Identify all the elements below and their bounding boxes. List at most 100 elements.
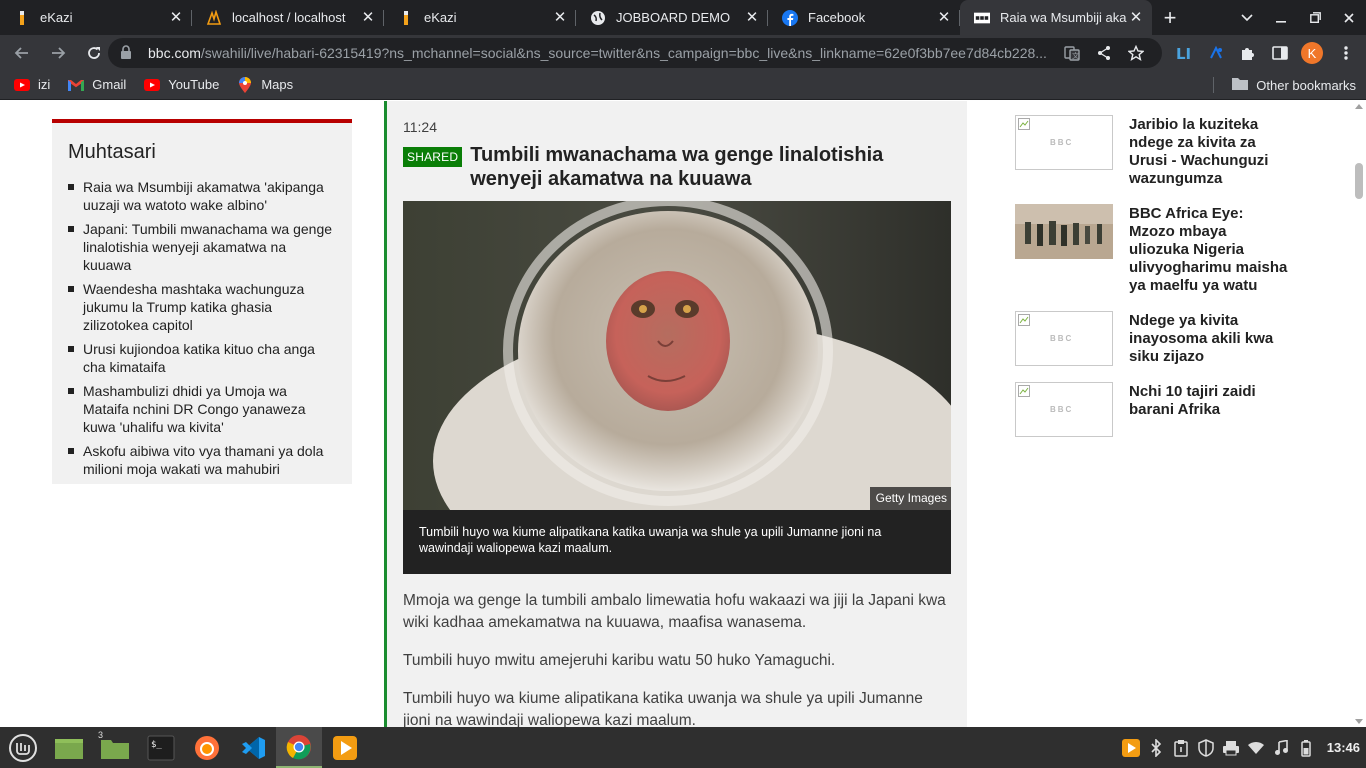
window-count: 3 — [98, 730, 104, 740]
bluetooth-icon[interactable] — [1144, 727, 1169, 768]
youtube-icon — [14, 77, 30, 93]
forward-icon[interactable] — [42, 37, 74, 69]
close-icon[interactable]: ✕ — [1128, 9, 1144, 26]
update-shield-icon[interactable] — [1194, 727, 1219, 768]
url-text[interactable]: bbc.com/swahili/live/habari-62315419?ns_… — [148, 45, 1056, 61]
scrollbar-thumb[interactable] — [1355, 163, 1363, 199]
youtube-icon — [144, 77, 161, 93]
linkedin-extension-icon[interactable]: LI — [1168, 37, 1200, 69]
summary-item[interactable]: Mashambulizi dhidi ya Umoja wa Mataifa n… — [68, 382, 336, 436]
summary-item[interactable]: Waendesha mashtaka wachunguza jukumu la … — [68, 280, 336, 334]
related-story[interactable]: BBC Ndege ya kivita inayosoma akili kwa … — [1015, 311, 1315, 366]
story-thumbnail[interactable] — [1015, 204, 1113, 259]
summary-title: Muhtasari — [68, 141, 156, 163]
extension-icon[interactable] — [1200, 37, 1232, 69]
lock-icon[interactable] — [120, 45, 136, 61]
summary-item[interactable]: Japani: Tumbili mwanachama wa genge lina… — [68, 220, 336, 274]
close-icon[interactable]: ✕ — [360, 9, 376, 26]
svg-text:$_: $_ — [151, 740, 162, 750]
back-icon[interactable] — [6, 37, 38, 69]
related-story[interactable]: BBC Africa Eye: Mzozo mbaya uliozuka Nig… — [1015, 204, 1315, 295]
puzzle-icon[interactable] — [1232, 37, 1264, 69]
media-player-icon[interactable] — [322, 727, 368, 768]
tab-ekazi-2[interactable]: eKazi ✕ — [384, 0, 576, 35]
mint-menu-icon[interactable] — [0, 727, 46, 768]
firefox-icon[interactable] — [184, 727, 230, 768]
maximize-icon[interactable] — [1298, 0, 1332, 35]
bookmarks-bar: izi Gmail YouTube Maps Other bookmarks — [0, 70, 1366, 100]
close-icon[interactable]: ✕ — [168, 9, 184, 26]
bbc-logo-placeholder: BBC — [1050, 405, 1074, 414]
tab-search-icon[interactable] — [1230, 0, 1264, 35]
tab-localhost[interactable]: localhost / localhost ✕ — [192, 0, 384, 35]
sound-icon[interactable] — [1269, 727, 1294, 768]
related-story[interactable]: BBC Nchi 10 tajiri zaidi barani Afrika — [1015, 382, 1315, 437]
broken-image-icon — [1018, 314, 1030, 326]
close-icon[interactable]: ✕ — [936, 9, 952, 26]
bookmark-izi[interactable]: izi — [14, 77, 50, 93]
close-window-icon[interactable] — [1332, 0, 1366, 35]
files-icon[interactable]: 3 — [92, 727, 138, 768]
side-panel-icon[interactable] — [1264, 37, 1296, 69]
bbc-logo-placeholder: BBC — [1050, 138, 1074, 147]
story-title[interactable]: Nchi 10 tajiri zaidi barani Afrika — [1129, 382, 1289, 437]
window-controls — [1230, 0, 1366, 35]
address-bar[interactable]: bbc.com/swahili/live/habari-62315419?ns_… — [108, 38, 1162, 68]
story-title[interactable]: Ndege ya kivita inayosoma akili kwa siku… — [1129, 311, 1289, 366]
summary-item[interactable]: Urusi kujiondoa katika kituo cha anga ch… — [68, 340, 336, 376]
media-tray-icon[interactable] — [1119, 727, 1144, 768]
story-title[interactable]: Jaribio la kuziteka ndege za kivita za U… — [1129, 115, 1289, 188]
related-stories: BBC Jaribio la kuziteka ndege za kivita … — [1015, 115, 1315, 453]
show-desktop-icon[interactable] — [46, 727, 92, 768]
wifi-icon[interactable] — [1244, 727, 1269, 768]
minimize-icon[interactable] — [1264, 0, 1298, 35]
post-headline: Tumbili mwanachama wa genge linalotishia… — [470, 144, 884, 190]
share-icon[interactable] — [1088, 41, 1120, 65]
page-scrollbar[interactable] — [1352, 101, 1366, 727]
summary-item[interactable]: Raia wa Msumbiji akamatwa 'akipanga uuza… — [68, 178, 336, 214]
tab-facebook[interactable]: Facebook ✕ — [768, 0, 960, 35]
profile-avatar[interactable]: K — [1296, 37, 1328, 69]
menu-icon[interactable] — [1330, 37, 1362, 69]
terminal-icon[interactable]: $_ — [138, 727, 184, 768]
tab-title: eKazi — [40, 10, 73, 25]
gmail-icon — [68, 77, 85, 93]
battery-icon[interactable] — [1294, 727, 1319, 768]
story-title[interactable]: BBC Africa Eye: Mzozo mbaya uliozuka Nig… — [1129, 204, 1289, 295]
clock[interactable]: 13:46 — [1327, 740, 1360, 755]
new-tab-button[interactable]: + — [1152, 0, 1188, 35]
scroll-up-arrow[interactable] — [1355, 104, 1363, 109]
story-thumbnail[interactable]: BBC — [1015, 115, 1113, 170]
reload-icon[interactable] — [78, 37, 110, 69]
vscode-icon[interactable] — [230, 727, 276, 768]
bookmark-gmail[interactable]: Gmail — [68, 77, 126, 93]
other-bookmarks[interactable]: Other bookmarks — [1232, 77, 1356, 93]
bookmark-label: Maps — [261, 77, 294, 92]
printer-icon[interactable] — [1219, 727, 1244, 768]
close-icon[interactable]: ✕ — [744, 9, 760, 26]
chrome-icon[interactable] — [276, 727, 322, 768]
bookmark-star-icon[interactable] — [1120, 41, 1152, 65]
bookmark-label: YouTube — [168, 77, 220, 92]
story-thumbnail[interactable]: BBC — [1015, 311, 1113, 366]
close-icon[interactable]: ✕ — [552, 9, 568, 26]
broken-image-icon — [1018, 118, 1030, 130]
summary-box: Muhtasari Raia wa Msumbiji akamatwa 'aki… — [52, 119, 352, 484]
post-paragraph: Mmoja wa genge la tumbili ambalo limewat… — [403, 592, 946, 631]
scroll-down-arrow[interactable] — [1355, 719, 1363, 724]
svg-text:LI: LI — [1176, 45, 1191, 61]
other-bookmarks-label: Other bookmarks — [1256, 77, 1356, 93]
tab-bbc-active[interactable]: Raia wa Msumbiji aka ✕ — [960, 0, 1152, 35]
clipboard-icon[interactable] — [1169, 727, 1194, 768]
post-body: Mmoja wa genge la tumbili ambalo limewat… — [403, 590, 951, 727]
related-story[interactable]: BBC Jaribio la kuziteka ndege za kivita … — [1015, 115, 1315, 188]
tab-jobboard[interactable]: JOBBOARD DEMO ✕ — [576, 0, 768, 35]
post-paragraph: Tumbili huyo wa kiume alipatikana katika… — [403, 690, 923, 727]
bookmark-maps[interactable]: Maps — [237, 76, 294, 93]
tab-ekazi-1[interactable]: eKazi ✕ — [0, 0, 192, 35]
story-thumbnail[interactable]: BBC — [1015, 382, 1113, 437]
bookmark-youtube[interactable]: YouTube — [144, 77, 219, 93]
soldiers-photo — [1015, 204, 1113, 259]
summary-item[interactable]: Askofu aibiwa vito vya thamani ya dola m… — [68, 442, 336, 478]
translate-icon[interactable]: 文 — [1056, 41, 1088, 65]
